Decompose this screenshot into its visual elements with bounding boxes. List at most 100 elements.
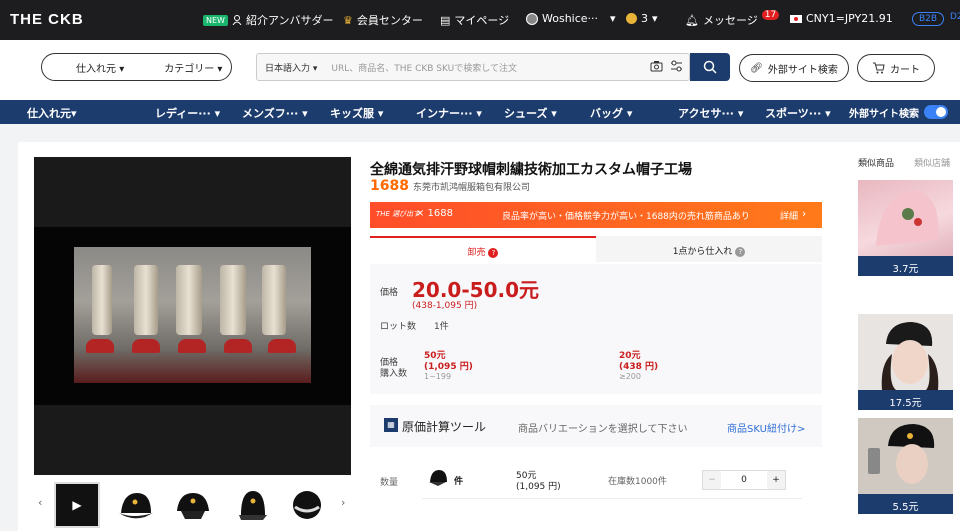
tier2-range: ≥200	[619, 372, 641, 381]
search-icon	[703, 60, 717, 74]
red-cap	[224, 339, 252, 353]
b2b-toggle[interactable]: B2B	[912, 12, 945, 26]
minus-button[interactable]: −	[703, 471, 721, 489]
model-cap-image	[881, 322, 939, 390]
language-dropdown[interactable]: 日本語入力 ▾	[265, 61, 317, 74]
price-jpy: (438-1,095 円)	[412, 301, 478, 311]
banner-brand: THE 選び出す	[376, 210, 421, 218]
tab-label: 1点から仕入れ	[672, 247, 733, 257]
messages-label: メッセージ	[702, 14, 758, 27]
variant-price-jpy: (1,095 円)	[516, 482, 561, 492]
nav-item-sports[interactable]: スポーツ··· ▾	[765, 105, 831, 121]
new-badge: NEW	[203, 14, 228, 26]
stock-count: 在庫数1000件	[608, 477, 667, 487]
promo-banner[interactable]: THE 選び出す × 1688 良品率が高い・価格競争力が高い・1688内の売れ…	[370, 202, 822, 228]
banner-detail-link[interactable]: 詳細	[780, 209, 798, 222]
quantity-input[interactable]: 0	[721, 471, 767, 489]
red-cap	[178, 339, 206, 353]
thumbnail-strip: ‹ ▶ ›	[34, 478, 351, 531]
machine-head	[134, 265, 158, 335]
logo[interactable]: THE CKB	[10, 11, 84, 28]
red-cap	[132, 339, 160, 353]
ambassador-label: 紹介アンバサダー	[245, 14, 334, 27]
tab-similar-products[interactable]: 類似商品	[858, 156, 894, 169]
caret-down-icon: ▾	[476, 107, 482, 120]
nav-external-label: 外部サイト検索	[849, 109, 919, 120]
category-dropdown[interactable]: カテゴリー ▾	[164, 60, 222, 75]
top-bar: THE CKB NEW 紹介アンバサダー ♛ 会員センター ▤ マイページ Wo…	[0, 0, 960, 40]
chevron-left-icon[interactable]: ‹	[38, 496, 42, 509]
cart-button[interactable]: カート	[857, 54, 935, 82]
nav-item-bags[interactable]: バッグ ▾	[590, 105, 632, 121]
nav-label: 仕入れ元	[27, 107, 71, 120]
tab-similar-shops[interactable]: 類似店舗	[914, 156, 950, 169]
red-cap	[268, 339, 296, 353]
d2-toggle[interactable]: D2	[950, 12, 960, 22]
search-button[interactable]	[690, 53, 730, 81]
nav-item-accessories[interactable]: アクセサ··· ▾	[678, 105, 743, 121]
nav-item-kids[interactable]: キッズ服 ▾	[330, 105, 383, 121]
external-search-button[interactable]: 🔗︎ 外部サイト検索	[739, 54, 849, 82]
tab-dropship[interactable]: 1点から仕入れ ?	[596, 236, 822, 262]
thumb-video[interactable]: ▶	[54, 482, 100, 528]
thumb-cap[interactable]	[170, 482, 216, 528]
tier1-range: 1~199	[424, 372, 452, 381]
ambassador-link[interactable]: NEW 紹介アンバサダー	[203, 12, 334, 28]
bell-icon: 🔔︎	[685, 13, 699, 27]
thumb-cap[interactable]	[284, 482, 330, 528]
coins-menu[interactable]: 3 ▾	[626, 12, 658, 25]
banner-platform: × 1688	[416, 208, 454, 219]
nav-item-mens[interactable]: メンズフ··· ▾	[242, 105, 308, 121]
variant-cap-icon	[428, 468, 448, 489]
cost-tool-hint: 商品バリエーションを選択して下さい	[518, 424, 688, 435]
similar-item-card[interactable]: 5.5元	[858, 418, 953, 514]
nav-item-inner[interactable]: インナー··· ▾	[416, 105, 482, 121]
nav-item-shoes[interactable]: シューズ ▾	[504, 105, 557, 121]
tier2-jpy: (438 円)	[619, 362, 659, 372]
nav-label: バッグ	[590, 107, 623, 120]
nav-label: スポーツ···	[765, 107, 822, 120]
member-center-link[interactable]: ♛ 会員センター	[343, 12, 423, 28]
coins-count: 3	[641, 12, 648, 25]
caret-down-icon: ▾	[551, 107, 557, 120]
sku-link[interactable]: 商品SKU紐付け>	[727, 420, 805, 435]
search-input[interactable]: URL、商品名、THE CKB SKUで検索して注文	[331, 61, 517, 74]
my-page-link[interactable]: ▤ マイページ	[440, 12, 509, 28]
play-icon: ▶	[72, 498, 82, 512]
video-frame	[34, 227, 351, 405]
machine-head	[176, 265, 202, 335]
crown-icon: ♛	[343, 13, 353, 27]
similar-item-card[interactable]: 17.5元	[858, 314, 953, 410]
external-search-label: 外部サイト検索	[767, 64, 838, 76]
nav-label: シューズ	[504, 107, 548, 120]
search-row: 仕入れ元 ▾ カテゴリー ▾ 日本語入力 ▾ URL、商品名、THE CKB S…	[0, 40, 960, 100]
similar-item-card[interactable]: 3.7元	[858, 180, 953, 276]
product-video[interactable]	[34, 157, 351, 475]
nav-item-supplier[interactable]: 仕入れ元▾	[27, 105, 77, 121]
help-icon[interactable]: ?	[735, 247, 746, 257]
lot-value: 1件	[434, 322, 449, 332]
plus-button[interactable]: +	[767, 471, 785, 489]
filter-icon[interactable]	[670, 60, 683, 75]
supplier-name[interactable]: 东莞市凯鸿帽服箱包有限公司	[413, 180, 530, 193]
nav-label: レディー···	[155, 107, 211, 120]
caret-down-icon: ▾	[626, 107, 633, 120]
help-icon[interactable]: ?	[488, 248, 499, 258]
tab-wholesale[interactable]: 卸売 ?	[370, 236, 596, 262]
nav-item-ladies[interactable]: レディー··· ▾	[155, 105, 220, 121]
cap-image	[119, 493, 153, 519]
cost-tool: ▦ 原価計算ツール 商品バリエーションを選択して下さい 商品SKU紐付け>	[370, 405, 822, 447]
caret-down-icon: ▾	[302, 107, 308, 120]
currency-selector[interactable]: CNY1=JPY21.91	[790, 12, 893, 25]
user-menu[interactable]: Woshice··· ▾	[526, 12, 616, 25]
thumb-cap[interactable]	[228, 482, 274, 528]
caret-down-icon: ▾	[377, 107, 384, 120]
chevron-right-icon[interactable]: ›	[341, 496, 345, 509]
username: Woshice···	[542, 12, 599, 25]
messages-link[interactable]: 🔔︎ メッセージ 17	[685, 10, 780, 28]
external-toggle[interactable]	[924, 105, 948, 119]
variant-unit: 件	[454, 477, 464, 487]
thumb-cap[interactable]	[112, 482, 158, 528]
supplier-dropdown[interactable]: 仕入れ元 ▾	[76, 60, 124, 75]
camera-icon[interactable]	[650, 60, 663, 75]
